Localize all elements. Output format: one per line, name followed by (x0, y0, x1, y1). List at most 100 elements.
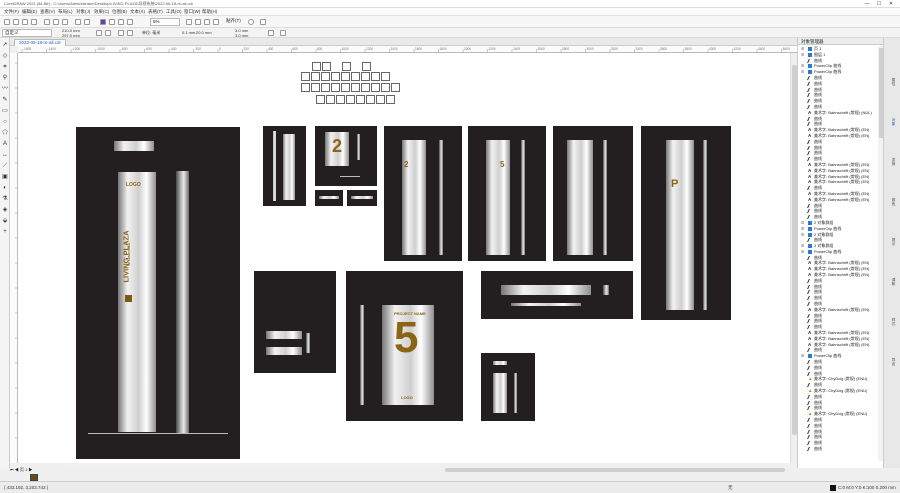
expand-icon[interactable] (801, 105, 805, 109)
expand-icon[interactable] (801, 93, 805, 97)
paste-icon[interactable] (62, 19, 68, 25)
object-tree[interactable]: ⊞ 页 1 ⊞ 图层 1 曲线 ⊞ PowerClip 曲线 ⊞ PowerClip 曲线 曲线曲… (798, 46, 878, 461)
expand-icon[interactable] (801, 337, 805, 341)
launch-icon[interactable] (260, 19, 266, 25)
expand-icon[interactable] (801, 192, 805, 196)
vertical-ruler[interactable] (10, 53, 18, 463)
menu-tools[interactable]: 工具(O) (166, 9, 182, 15)
connector-tool-icon[interactable]: ⟋ (2, 163, 8, 169)
menu-layout[interactable]: 布局(L) (58, 9, 73, 15)
expand-icon[interactable]: ⊞ (801, 249, 805, 254)
expand-icon[interactable] (801, 319, 805, 323)
expand-icon[interactable] (801, 435, 805, 439)
transparency-icon[interactable]: ◐ (2, 185, 8, 191)
expand-icon[interactable] (801, 99, 805, 103)
current-page-icon[interactable] (127, 30, 133, 36)
expand-icon[interactable] (801, 441, 805, 445)
expand-icon[interactable] (801, 430, 805, 434)
expand-icon[interactable] (801, 273, 805, 277)
expand-icon[interactable] (801, 296, 805, 300)
open-icon[interactable] (13, 19, 19, 25)
expand-icon[interactable] (801, 261, 805, 265)
expand-icon[interactable] (801, 348, 805, 352)
monument-sign-artboard[interactable]: PROJECT NAME 5 LOGO (346, 271, 463, 421)
expand-icon[interactable] (801, 134, 805, 138)
publish-pdf-icon[interactable] (127, 19, 133, 25)
side-tab-styles[interactable]: 样式 (887, 318, 897, 325)
polygon-tool-icon[interactable]: ⬠ (2, 130, 8, 136)
close-button[interactable]: ✕ (886, 1, 896, 7)
menu-text[interactable]: 文本(X) (130, 9, 145, 15)
floor-number-artboard[interactable]: 2 (315, 126, 377, 186)
expand-icon[interactable] (801, 389, 805, 393)
treat-as-filled-icon[interactable] (268, 30, 274, 36)
crop-tool-icon[interactable]: ⌗ (2, 64, 8, 70)
expand-icon[interactable] (801, 360, 805, 364)
expand-icon[interactable] (801, 82, 805, 86)
full-screen-icon[interactable] (186, 19, 192, 25)
expand-icon[interactable]: ⊞ (801, 47, 805, 51)
expand-icon[interactable] (801, 343, 805, 347)
freehand-tool-icon[interactable]: 〰 (2, 86, 8, 92)
expand-icon[interactable] (801, 140, 805, 144)
directory-sign-artboard[interactable]: 2 (384, 126, 462, 261)
page-tab[interactable]: 页 1 (20, 467, 27, 472)
expand-icon[interactable] (801, 279, 805, 283)
side-tab-hints[interactable]: 提示 (887, 238, 897, 245)
expand-icon[interactable] (801, 180, 805, 184)
expand-icon[interactable] (801, 215, 805, 219)
cut-icon[interactable] (44, 19, 50, 25)
artistic-media-icon[interactable]: ✎ (2, 97, 8, 103)
document-tab[interactable]: 2022-06-18-re-all.cdr (14, 39, 67, 46)
detail-artboard-b[interactable] (347, 190, 377, 206)
expand-icon[interactable]: ⊞ (801, 232, 805, 237)
door-sign-artboard[interactable] (481, 353, 535, 421)
undo-icon[interactable] (75, 19, 81, 25)
expand-icon[interactable] (801, 128, 805, 132)
add-page-icon[interactable] (280, 30, 286, 36)
show-rulers-icon[interactable] (195, 19, 201, 25)
expand-icon[interactable] (801, 204, 805, 208)
side-tab-export[interactable]: 导出 (887, 358, 897, 365)
expand-icon[interactable] (801, 424, 805, 428)
landscape-icon[interactable] (105, 30, 111, 36)
new-document-icon[interactable] (4, 19, 10, 25)
expand-icon[interactable] (801, 395, 805, 399)
expand-icon[interactable] (801, 209, 805, 213)
ceiling-sign-artboard[interactable] (481, 271, 633, 319)
drawing-canvas[interactable]: LOGO INTERNATIONAL LIVING PLAZA 2 2 5 P … (18, 53, 790, 463)
expand-icon[interactable] (801, 238, 805, 242)
expand-icon[interactable] (801, 198, 805, 202)
expand-icon[interactable] (801, 314, 805, 318)
options-gear-icon[interactable] (248, 19, 254, 25)
expand-icon[interactable]: ⊞ (801, 354, 805, 358)
expand-icon[interactable] (801, 308, 805, 312)
icon-set-artboard[interactable] (301, 62, 411, 107)
pylon-sign-artboard[interactable]: LOGO INTERNATIONAL LIVING PLAZA (76, 127, 240, 459)
import-icon[interactable] (109, 19, 115, 25)
save-icon[interactable] (22, 19, 28, 25)
wall-mounted-artboard[interactable] (254, 271, 336, 373)
outline-color-swatch[interactable] (830, 485, 836, 491)
object-row[interactable]: 曲线 (798, 446, 878, 452)
expand-icon[interactable] (801, 406, 805, 410)
expand-icon[interactable]: ⊞ (801, 220, 805, 225)
nudge-distance-field[interactable]: 0.1 mm (182, 30, 195, 35)
info-pylon-artboard[interactable] (553, 126, 633, 261)
expand-icon[interactable] (801, 372, 805, 376)
duplicate-x-field[interactable]: 20.0 mm (196, 30, 212, 35)
export-icon[interactable] (118, 19, 124, 25)
expand-icon[interactable] (801, 412, 805, 416)
horizontal-ruler[interactable]: -1600 -1400 -1200 -1000 -800 -600 -400 -200 0 200… (18, 46, 797, 53)
snap-to-dropdown[interactable]: 贴齐(T) (224, 18, 244, 26)
parallel-dimension-icon[interactable]: ↔ (2, 152, 8, 158)
parking-sign-artboard[interactable]: P (641, 126, 731, 320)
portrait-icon[interactable] (96, 30, 102, 36)
document-palette-swatch[interactable] (30, 474, 38, 481)
expand-icon[interactable] (801, 76, 805, 80)
side-tab-blend[interactable]: 调和 (887, 278, 897, 285)
maximize-button[interactable]: ☐ (874, 1, 884, 7)
expand-icon[interactable] (801, 256, 805, 260)
first-page-icon[interactable]: ⏮ (10, 467, 14, 472)
expand-icon[interactable] (801, 151, 805, 155)
